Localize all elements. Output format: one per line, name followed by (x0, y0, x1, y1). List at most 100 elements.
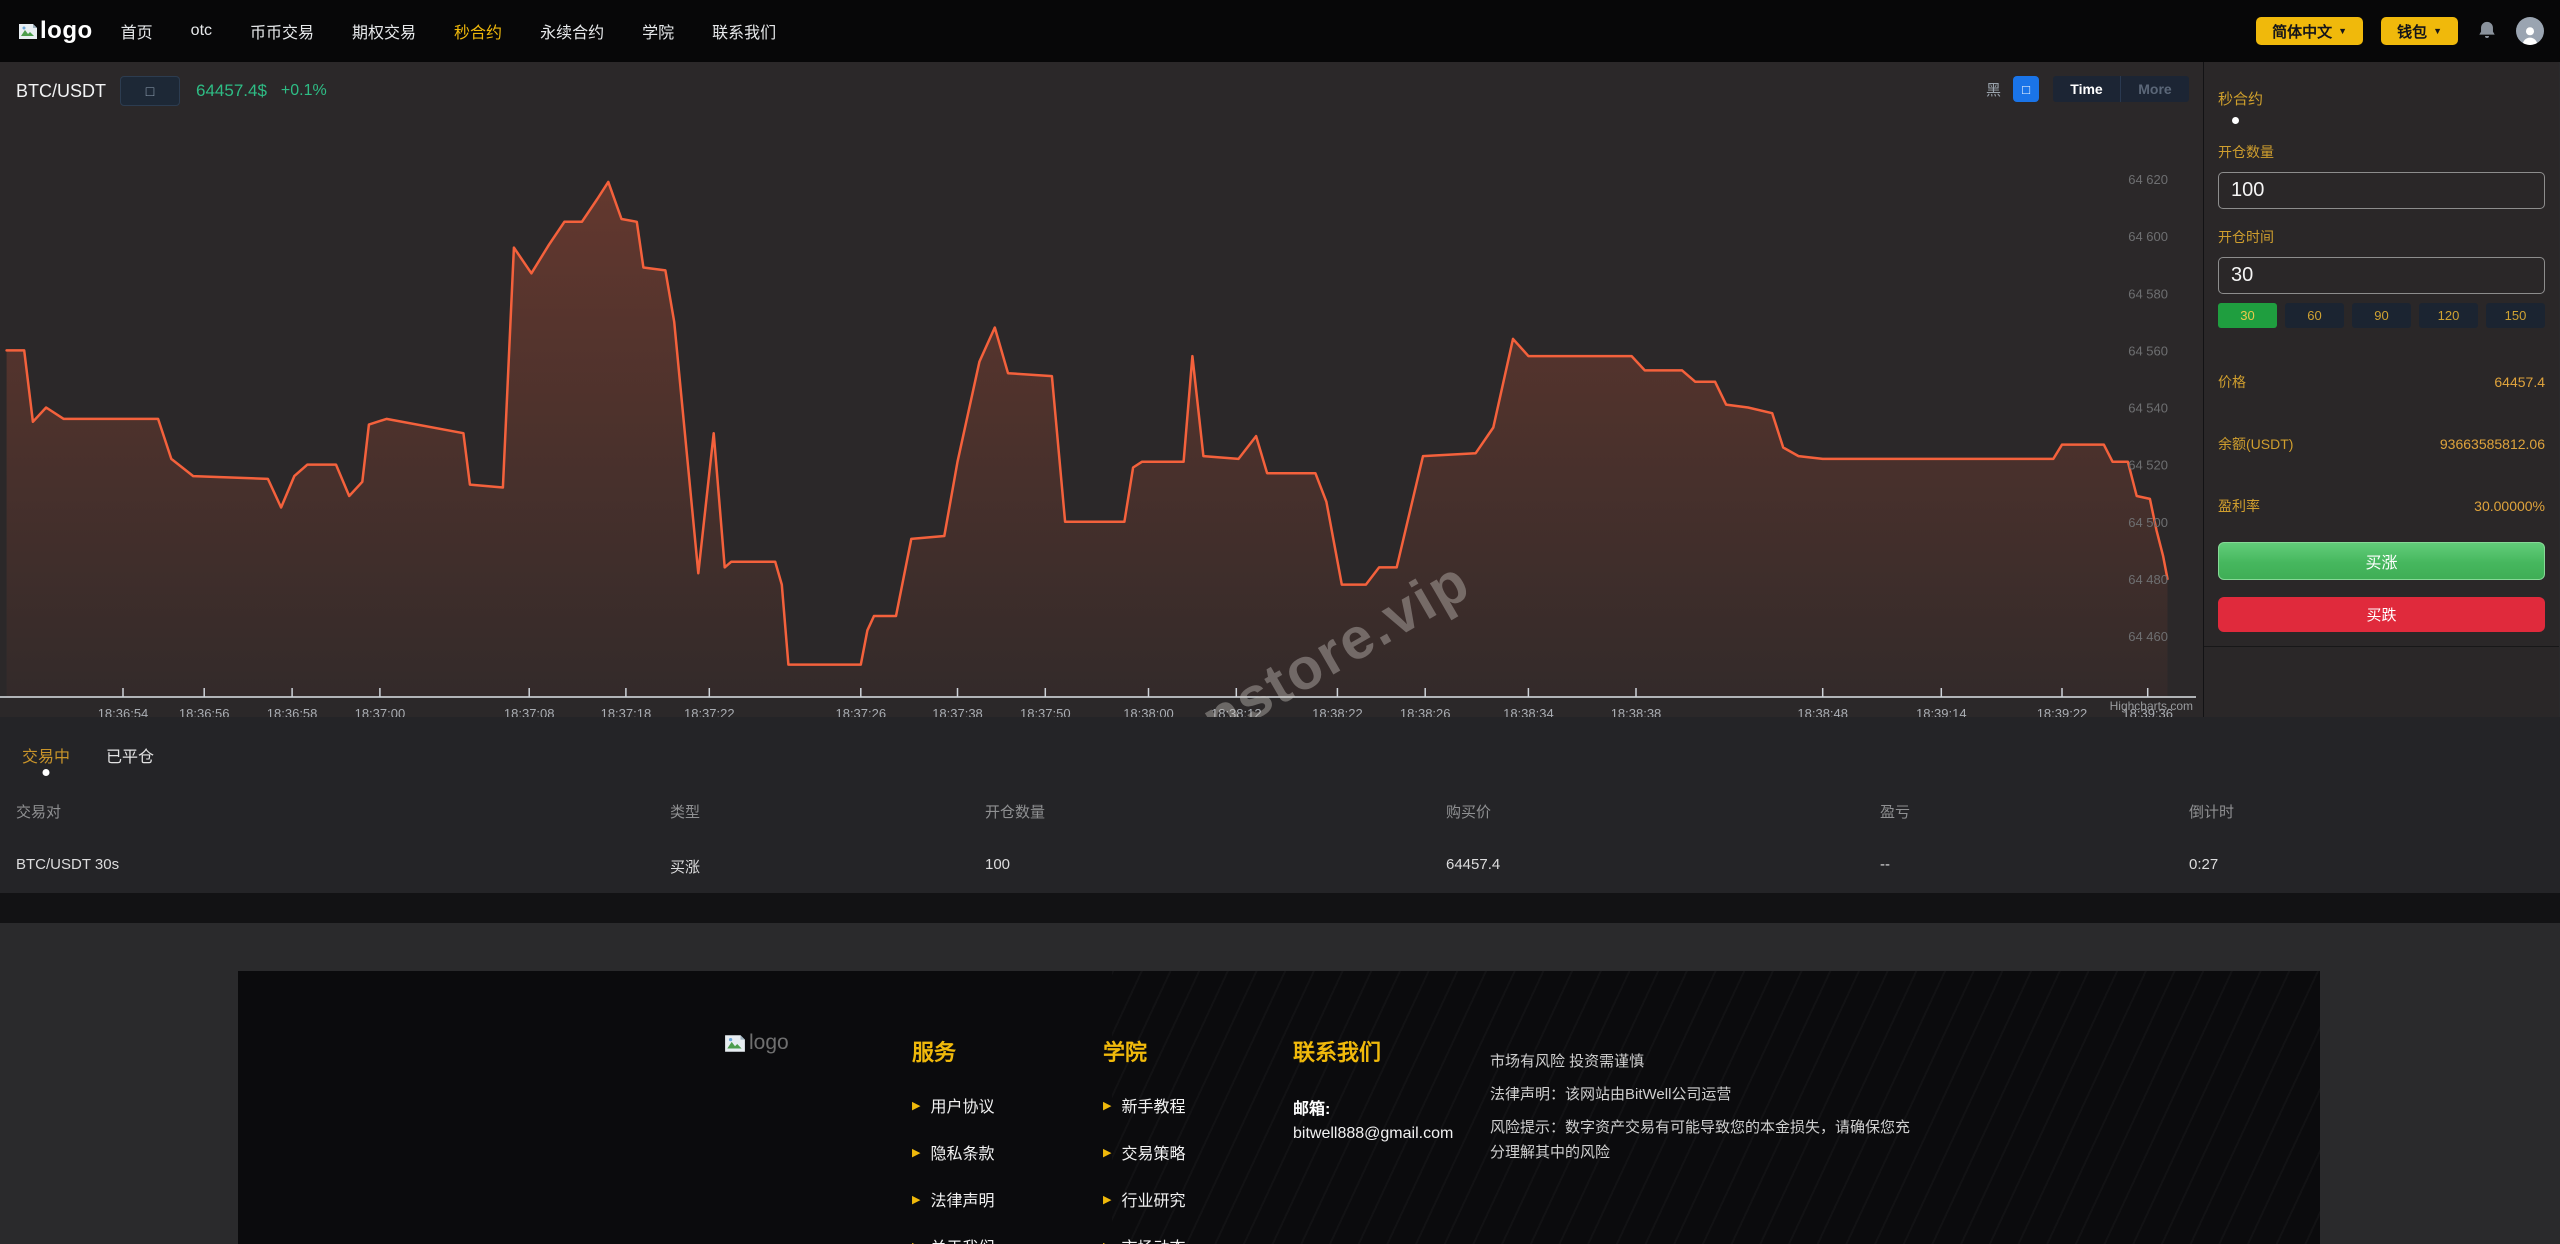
footer-col-services: 服务 ▶ 用户协议 ▶ 隐私条款 ▶ 法律声明 ▶ (912, 1035, 994, 1244)
cell-type: 买涨 (670, 859, 701, 876)
footer-disclaimer: 市场有风险 投资需谨慎 法律声明：该网站由BitWell公司运营 风险提示：数字… (1490, 1049, 1910, 1173)
triangle-right-icon: ▶ (1103, 1146, 1112, 1159)
active-dot (2232, 117, 2239, 124)
table-row[interactable]: BTC/USDT 30s 买涨 100 64457.4 -- 0:27 (0, 832, 2560, 897)
balance-row: 余额(USDT) 93663585812.06 (2218, 434, 2545, 454)
triangle-right-icon: ▶ (1103, 1099, 1112, 1112)
chart-header: BTC/USDT □ 64457.4$ +0.1% (16, 76, 327, 106)
price-label: 价格 (2218, 374, 2246, 390)
amount-input[interactable] (2218, 172, 2545, 209)
buy-up-button[interactable]: 买涨 (2218, 542, 2545, 580)
active-tab-dot (42, 769, 50, 776)
footer-logo: logo (724, 1031, 789, 1055)
tab-trading[interactable]: 交易中 (22, 743, 71, 776)
footer-link-beginner[interactable]: ▶ 新手教程 (1103, 1093, 1185, 1117)
nav-item-options[interactable]: 期权交易 (352, 19, 416, 43)
balance-label: 余额(USDT) (2218, 436, 2294, 452)
user-avatar[interactable] (2516, 17, 2544, 45)
svg-text:18:39:22: 18:39:22 (2037, 706, 2088, 717)
tab-closed[interactable]: 已平仓 (106, 743, 154, 767)
col-pnl: 盈亏 (1880, 804, 1911, 821)
buy-down-button[interactable]: 买跌 (2218, 597, 2545, 632)
svg-text:18:37:00: 18:37:00 (355, 706, 406, 717)
footer-link-user-agreement[interactable]: ▶ 用户协议 (912, 1093, 994, 1117)
pair-badge[interactable]: □ (120, 76, 180, 106)
footer-col-title: 服务 (912, 1040, 957, 1065)
positions-section: 交易中 已平仓 交易对 类型 开仓数量 购买价 盈亏 倒计时 BTC/USDT … (0, 717, 2560, 893)
time-mode-button[interactable]: Time (2053, 76, 2121, 102)
nav-item-seconds-contract[interactable]: 秒合约 (454, 19, 502, 43)
svg-text:18:37:38: 18:37:38 (932, 706, 983, 717)
theme-label[interactable]: 黑 (1986, 79, 2001, 100)
tab-trading-label: 交易中 (22, 749, 71, 766)
language-button[interactable]: 简体中文 ▼ (2256, 17, 2364, 45)
tab-closed-label: 已平仓 (106, 749, 155, 766)
footer-block: logo 服务 ▶ 用户协议 ▶ 隐私条款 ▶ 法律声明 学院 ▶ 新手教程 ▶… (238, 971, 2320, 1244)
footer-col-title: 学院 (1103, 1040, 1148, 1065)
col-buy-price: 购买价 (1446, 804, 1492, 821)
triangle-right-icon: ▶ (912, 1146, 921, 1159)
theme-badge-button[interactable]: □ (2013, 76, 2039, 102)
email-address[interactable]: bitwell888@gmail.com (1293, 1125, 1453, 1143)
footer-link-about[interactable]: ▶ 关于我们 (912, 1234, 994, 1244)
svg-text:18:36:54: 18:36:54 (98, 706, 149, 717)
footer-link-market-news[interactable]: ▶ 市场动态 (1103, 1234, 1185, 1244)
main-area: 18:36:54 18:36:56 18:36:58 18:37:00 18:37:08… (0, 62, 2560, 717)
svg-text:64 580: 64 580 (2128, 286, 2168, 301)
time-option-30[interactable]: 30 (2218, 303, 2277, 328)
profit-rate-value: 30.00000% (2474, 498, 2545, 514)
section-divider (0, 893, 2560, 923)
footer-link-legal[interactable]: ▶ 法律声明 (912, 1187, 994, 1211)
chart-panel: 18:36:54 18:36:56 18:36:58 18:37:00 18:37:08… (0, 62, 2204, 717)
svg-text:18:38:26: 18:38:26 (1400, 706, 1451, 717)
chart-mode-group: Time More (2053, 76, 2189, 102)
balance-value: 93663585812.06 (2439, 436, 2545, 452)
highcharts-credits[interactable]: Highcharts.com (2110, 699, 2193, 713)
triangle-right-icon: ▶ (1103, 1193, 1112, 1206)
svg-text:18:38:38: 18:38:38 (1611, 706, 1662, 717)
time-input[interactable] (2218, 257, 2545, 294)
triangle-right-icon: ▶ (912, 1099, 921, 1112)
nav-item-home[interactable]: 首页 (121, 19, 153, 43)
chart-controls: 黑 □ Time More (1986, 76, 2189, 102)
footer-link-privacy[interactable]: ▶ 隐私条款 (912, 1140, 994, 1164)
cell-pair: BTC/USDT 30s (16, 856, 120, 873)
svg-text:18:39:14: 18:39:14 (1916, 706, 1967, 717)
svg-text:18:37:08: 18:37:08 (504, 706, 555, 717)
profit-rate-row: 盈利率 30.00000% (2218, 496, 2545, 516)
triangle-right-icon: ▶ (912, 1240, 920, 1244)
nav-item-perpetual[interactable]: 永续合约 (540, 19, 604, 43)
time-option-60[interactable]: 60 (2285, 303, 2344, 328)
svg-text:64 520: 64 520 (2128, 458, 2168, 473)
logo[interactable]: logo (18, 17, 93, 45)
time-option-90[interactable]: 90 (2352, 303, 2411, 328)
notification-bell-icon[interactable] (2476, 19, 2498, 43)
cell-pnl: -- (1880, 856, 1890, 873)
footer-area: logo 服务 ▶ 用户协议 ▶ 隐私条款 ▶ 法律声明 学院 ▶ 新手教程 ▶… (0, 923, 2560, 1244)
last-price: 64457.4$ (196, 81, 267, 100)
time-option-150[interactable]: 150 (2486, 303, 2545, 328)
wallet-button[interactable]: 钱包 ▼ (2381, 17, 2458, 45)
svg-text:64 620: 64 620 (2128, 172, 2168, 187)
language-label: 简体中文 (2272, 23, 2333, 41)
nav-item-contact[interactable]: 联系我们 (712, 19, 776, 43)
svg-text:64 560: 64 560 (2128, 343, 2168, 358)
footer-link-research[interactable]: ▶ 行业研究 (1103, 1187, 1185, 1211)
nav-item-spot[interactable]: 币币交易 (250, 19, 314, 43)
time-option-120[interactable]: 120 (2419, 303, 2478, 328)
positions-tabs: 交易中 已平仓 (0, 717, 2560, 776)
cell-amount: 100 (985, 856, 1011, 873)
more-mode-button[interactable]: More (2121, 76, 2189, 102)
broken-image-icon (19, 23, 37, 39)
price-chart[interactable]: 18:36:54 18:36:56 18:36:58 18:37:00 18:37:08… (0, 62, 2204, 717)
positions-table: 交易对 类型 开仓数量 购买价 盈亏 倒计时 BTC/USDT 30s 买涨 1… (0, 791, 2560, 897)
svg-text:64 480: 64 480 (2128, 572, 2168, 587)
nav-item-academy[interactable]: 学院 (642, 19, 674, 43)
col-pair: 交易对 (16, 804, 62, 821)
col-amount: 开仓数量 (985, 804, 1046, 821)
nav-item-otc[interactable]: otc (191, 22, 212, 40)
col-type: 类型 (670, 804, 701, 821)
order-panel: 秒合约 开仓数量 开仓时间 30 60 90 120 150 价格 64457.… (2204, 62, 2559, 647)
svg-text:64 600: 64 600 (2128, 229, 2168, 244)
footer-link-strategy[interactable]: ▶ 交易策略 (1103, 1140, 1185, 1164)
